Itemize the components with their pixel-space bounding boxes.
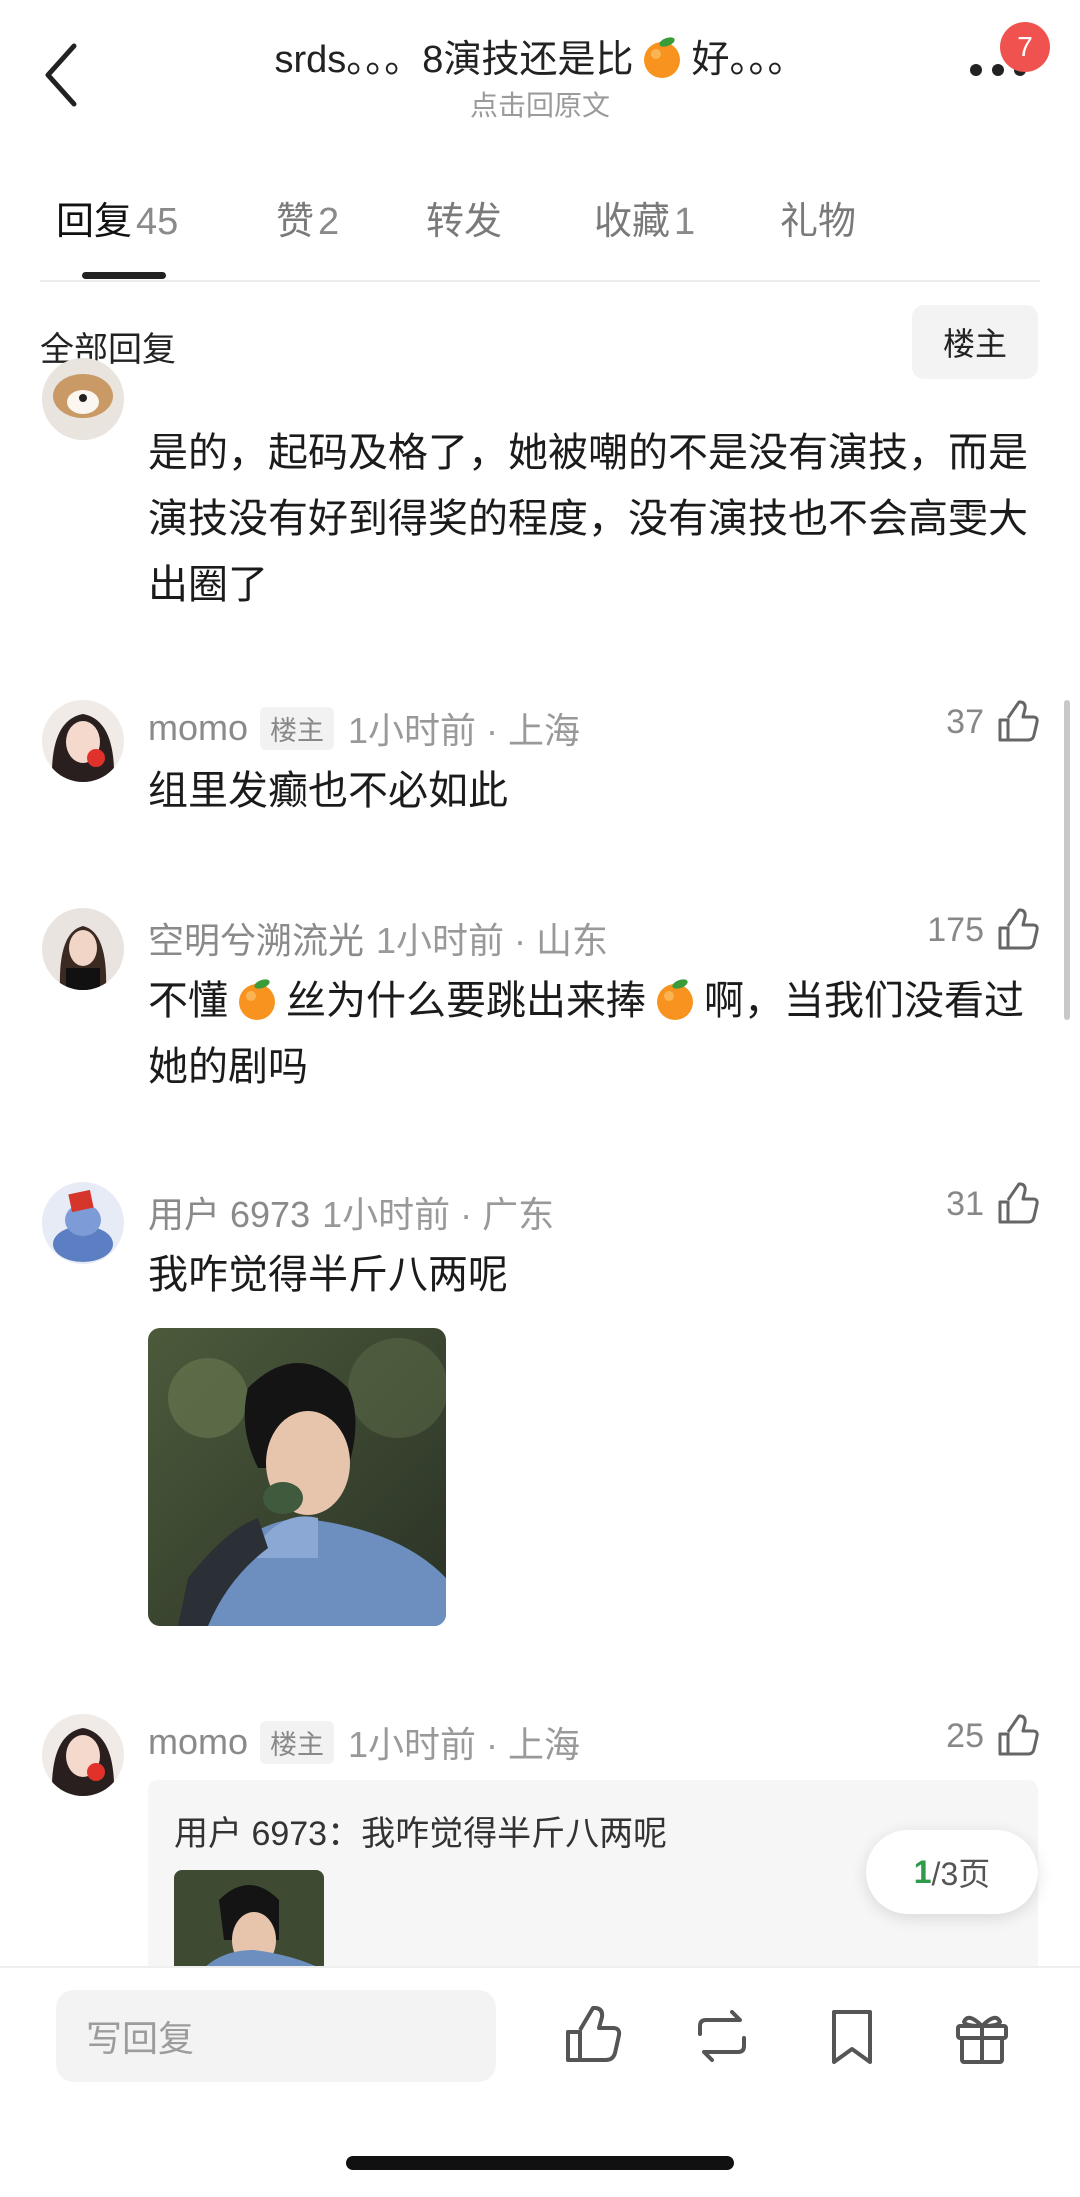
- comment-text-part: 丝为什么要跳出来捧: [286, 979, 646, 1023]
- comment-image[interactable]: [148, 1328, 446, 1626]
- home-indicator[interactable]: [346, 2156, 734, 2170]
- thumbs-up-icon: [998, 1714, 1039, 1756]
- timestamp-location: 1小时前 · 山东: [376, 920, 609, 961]
- page-indicator[interactable]: 1/3页: [866, 1830, 1038, 1914]
- thumbs-up-icon: [998, 908, 1039, 950]
- reply-input[interactable]: 写回复: [56, 1990, 496, 2082]
- tab-favorites[interactable]: 收藏 1: [594, 190, 695, 245]
- divider: [40, 280, 1040, 282]
- avatar[interactable]: [42, 358, 124, 440]
- comment-meta: 用户 6973 1小时前 · 广东: [148, 1186, 554, 1238]
- like-post-icon[interactable]: [562, 2004, 626, 2068]
- comment-text: 是的，起码及格了，她被嘲的不是没有演技，而是演技没有好到得奖的程度，没有演技也不…: [148, 431, 1028, 607]
- total-pages: /3页: [931, 1856, 991, 1892]
- orange-emoji-icon: [657, 979, 693, 1020]
- like-button[interactable]: 25: [946, 1714, 1040, 1758]
- thumbs-up-icon: [998, 700, 1039, 742]
- quoted-image[interactable]: [174, 1870, 324, 1980]
- avatar[interactable]: [42, 1714, 124, 1796]
- post-title-text-end: 好。。。: [691, 39, 806, 81]
- tab-likes[interactable]: 赞2: [276, 190, 339, 245]
- repost-icon[interactable]: [690, 2004, 754, 2068]
- timestamp-location: 1小时前 · 广东: [322, 1194, 555, 1235]
- avatar[interactable]: [42, 700, 124, 782]
- like-button[interactable]: 175: [927, 908, 1040, 952]
- notification-badge: 7: [1000, 22, 1050, 72]
- tab-gifts[interactable]: 礼物: [780, 190, 856, 245]
- tab-label: 收藏: [594, 201, 671, 243]
- tab-count: 45: [136, 201, 179, 243]
- gift-icon[interactable]: [950, 2004, 1014, 2068]
- orange-emoji-icon: [644, 37, 681, 78]
- like-count: 25: [946, 1716, 984, 1755]
- like-count: 37: [946, 702, 984, 741]
- comment-meta: momo 楼主 1小时前 · 上海: [148, 1716, 580, 1768]
- tab-label: 转发: [426, 201, 503, 243]
- post-title[interactable]: srds。。。8演技还是比 好。。。: [150, 28, 930, 83]
- like-button[interactable]: 37: [946, 700, 1040, 744]
- scrollbar[interactable]: [1064, 700, 1070, 1020]
- tab-count: 1: [674, 201, 696, 243]
- back-arrow-icon[interactable]: [40, 40, 80, 110]
- like-count: 31: [946, 1184, 984, 1223]
- avatar[interactable]: [42, 908, 124, 990]
- comment-meta: momo 楼主 1小时前 · 上海: [148, 702, 580, 754]
- bookmark-icon[interactable]: [820, 2004, 884, 2068]
- username[interactable]: momo: [148, 1721, 248, 1763]
- op-tag: 楼主: [260, 1720, 335, 1764]
- timestamp-location: 1小时前 · 上海: [348, 710, 581, 751]
- orange-emoji-icon: [239, 979, 275, 1020]
- comment-text: 我咋觉得半斤八两呢: [148, 1253, 508, 1297]
- op-only-button[interactable]: 楼主: [912, 305, 1038, 379]
- tab-reposts[interactable]: 转发: [426, 190, 502, 245]
- like-count: 175: [927, 910, 984, 949]
- timestamp-location: 1小时前 · 上海: [348, 1724, 581, 1765]
- current-page: 1: [913, 1853, 932, 1890]
- tab-label: 赞: [276, 201, 315, 243]
- op-tag: 楼主: [260, 706, 335, 750]
- thumbs-up-icon: [998, 1182, 1039, 1224]
- back-to-original-link[interactable]: 点击回原文: [150, 84, 930, 124]
- comment-text-part: 不懂: [148, 979, 228, 1023]
- comment-text: 组里发癫也不必如此: [148, 769, 508, 813]
- tab-count: 2: [318, 201, 340, 243]
- quoted-reply-text: 用户 6973：我咋觉得半斤八两呢: [174, 1815, 668, 1853]
- avatar[interactable]: [42, 1182, 124, 1264]
- comment-text: 不懂 丝为什么要跳出来捧 啊，当我们没看过她的剧吗: [148, 968, 1048, 1100]
- post-title-text: srds。。。8演技还是比: [274, 39, 634, 81]
- tab-bar: 回复 45 赞2 转发 收藏 1 礼物: [0, 190, 1080, 280]
- active-tab-indicator: [82, 272, 166, 279]
- username[interactable]: 用户 6973: [148, 1186, 310, 1238]
- username[interactable]: momo: [148, 707, 248, 749]
- tab-label: 回复: [56, 201, 133, 243]
- username[interactable]: 空明兮溯流光: [148, 912, 364, 964]
- tab-label: 礼物: [780, 201, 857, 243]
- comment-meta: 空明兮溯流光 1小时前 · 山东: [148, 912, 608, 964]
- like-button[interactable]: 31: [946, 1182, 1040, 1226]
- tab-replies[interactable]: 回复 45: [56, 190, 178, 245]
